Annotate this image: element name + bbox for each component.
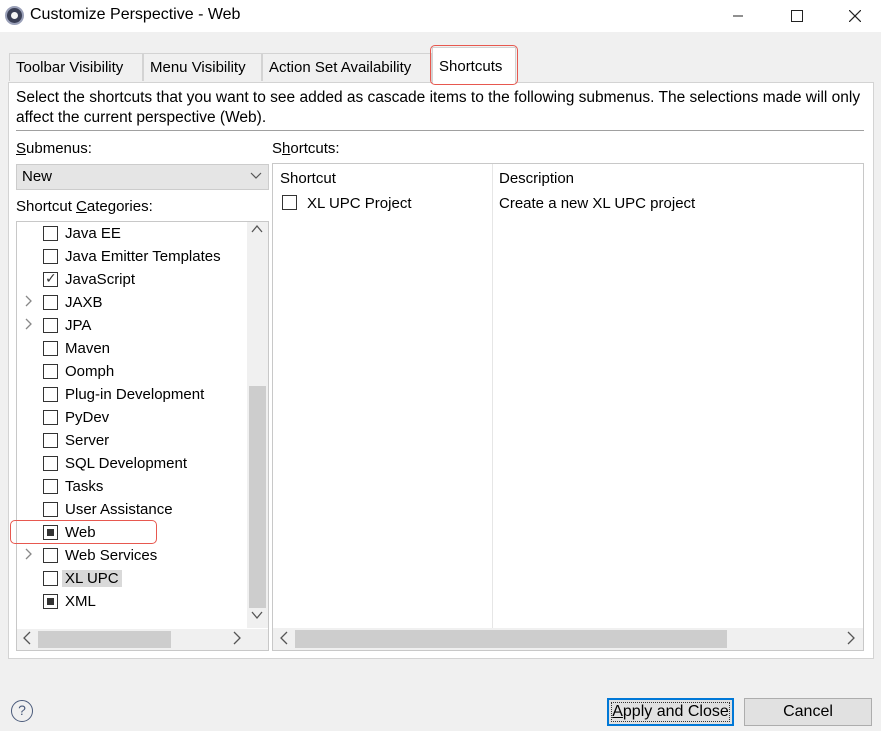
category-checkbox[interactable] — [43, 364, 58, 379]
tree-item[interactable]: Java EE — [17, 223, 247, 246]
maximize-button[interactable] — [775, 0, 819, 32]
separator — [16, 130, 864, 131]
category-checkbox[interactable] — [43, 270, 58, 287]
tree-item[interactable]: Web — [17, 522, 247, 545]
categories-tree[interactable]: Java EE Java Emitter Templates JavaScript J… — [16, 221, 269, 651]
column-header-description[interactable]: Description — [499, 170, 574, 187]
shortcuts-table[interactable] — [272, 163, 864, 651]
category-checkbox[interactable] — [43, 226, 58, 241]
scroll-down-icon[interactable] — [251, 610, 263, 623]
cancel-button[interactable]: Cancel — [744, 698, 872, 726]
submenu-select[interactable]: New — [16, 164, 269, 190]
tree-item-label: Oomph — [65, 363, 115, 380]
maximize-icon — [791, 10, 803, 22]
tree-item[interactable]: Web Services — [17, 545, 247, 568]
category-checkbox[interactable] — [43, 318, 58, 333]
tree-item[interactable]: SQL Development — [17, 453, 247, 476]
tree-item[interactable]: Plug-in Development — [17, 384, 247, 407]
category-checkbox[interactable] — [43, 456, 58, 471]
tree-item-label: Maven — [65, 340, 111, 357]
description-text: Select the shortcuts that you want to se… — [16, 89, 861, 126]
apply-and-close-button[interactable]: Apply and Close — [607, 698, 734, 726]
table-horizontal-scroll-thumb[interactable] — [295, 630, 727, 648]
scroll-up-icon[interactable] — [251, 224, 263, 237]
shortcut-description: Create a new XL UPC project — [499, 195, 696, 212]
category-checkbox[interactable] — [43, 387, 58, 402]
tree-item[interactable]: Server — [17, 430, 247, 453]
chevron-right-icon[interactable] — [25, 318, 33, 333]
tree-item-label: Web Services — [65, 547, 158, 564]
tree-item-label: JavaScript — [65, 271, 136, 288]
tree-item[interactable]: Tasks — [17, 476, 247, 499]
category-checkbox[interactable] — [43, 295, 58, 310]
tree-item-label: SQL Development — [65, 455, 188, 472]
minimize-button[interactable] — [716, 0, 760, 32]
tab-menu-visibility[interactable]: Menu Visibility — [143, 53, 262, 81]
column-divider — [492, 164, 493, 628]
tree-item[interactable]: Oomph — [17, 361, 247, 384]
tree-item[interactable]: JAXB — [17, 292, 247, 315]
tree-item[interactable]: JavaScript — [17, 269, 247, 292]
scroll-left-icon[interactable] — [22, 631, 32, 648]
tree-item-label: Java Emitter Templates — [65, 248, 221, 265]
tree-item[interactable]: PyDev — [17, 407, 247, 430]
category-checkbox[interactable] — [43, 479, 58, 494]
close-button[interactable] — [833, 0, 877, 32]
tree-item-label: Tasks — [65, 478, 104, 495]
tree-item-label: User Assistance — [65, 501, 173, 518]
tree-item-label: Server — [65, 432, 110, 449]
shortcut-categories-label: Shortcut Categories: — [16, 198, 153, 215]
category-checkbox[interactable] — [43, 433, 58, 448]
tree-item-label: JPA — [65, 317, 92, 334]
category-checkbox[interactable] — [43, 410, 58, 425]
help-icon[interactable]: ? — [11, 700, 33, 722]
shortcuts-label: Shortcuts: — [272, 140, 340, 157]
scroll-left-icon[interactable] — [279, 631, 289, 648]
tree-item-label: XL UPC — [62, 570, 122, 587]
tab-shortcuts[interactable]: Shortcuts — [432, 47, 516, 83]
category-checkbox[interactable] — [43, 548, 58, 563]
tree-item[interactable]: XML — [17, 591, 247, 614]
tree-horizontal-scroll-thumb[interactable] — [38, 631, 171, 648]
submenus-label: Submenus: — [16, 140, 92, 157]
eclipse-app-icon — [5, 6, 24, 25]
category-checkbox[interactable] — [43, 571, 58, 586]
tree-item[interactable]: JPA — [17, 315, 247, 338]
scroll-right-icon[interactable] — [232, 631, 242, 648]
tree-item[interactable]: Maven — [17, 338, 247, 361]
category-checkbox[interactable] — [43, 502, 58, 517]
shortcut-name[interactable]: XL UPC Project — [307, 195, 411, 212]
category-checkbox[interactable] — [43, 525, 58, 540]
column-header-shortcut[interactable]: Shortcut — [280, 170, 336, 187]
tab-toolbar-visibility[interactable]: Toolbar Visibility — [9, 53, 143, 81]
chevron-right-icon[interactable] — [25, 295, 33, 310]
tree-item-label: Web — [65, 524, 96, 541]
close-icon — [849, 10, 861, 22]
tree-item-label: Plug-in Development — [65, 386, 205, 403]
chevron-down-icon — [250, 168, 262, 185]
category-checkbox[interactable] — [43, 594, 58, 609]
tree-item[interactable]: XL UPC — [17, 568, 247, 591]
shortcut-checkbox[interactable] — [282, 195, 297, 210]
category-checkbox[interactable] — [43, 249, 58, 264]
chevron-right-icon[interactable] — [25, 548, 33, 563]
scroll-right-icon[interactable] — [846, 631, 856, 648]
tab-action-set-availability[interactable]: Action Set Availability — [262, 53, 432, 81]
tree-item-label: XML — [65, 593, 96, 610]
tree-item[interactable]: User Assistance — [17, 499, 247, 522]
minimize-icon — [733, 15, 743, 17]
tree-vertical-scroll-thumb[interactable] — [249, 386, 266, 608]
tree-item-label: PyDev — [65, 409, 110, 426]
tree-item-label: Java EE — [65, 225, 121, 242]
window-title: Customize Perspective - Web — [30, 6, 241, 23]
tree-item-label: JAXB — [65, 294, 103, 311]
tree-item[interactable]: Java Emitter Templates — [17, 246, 247, 269]
category-checkbox[interactable] — [43, 341, 58, 356]
